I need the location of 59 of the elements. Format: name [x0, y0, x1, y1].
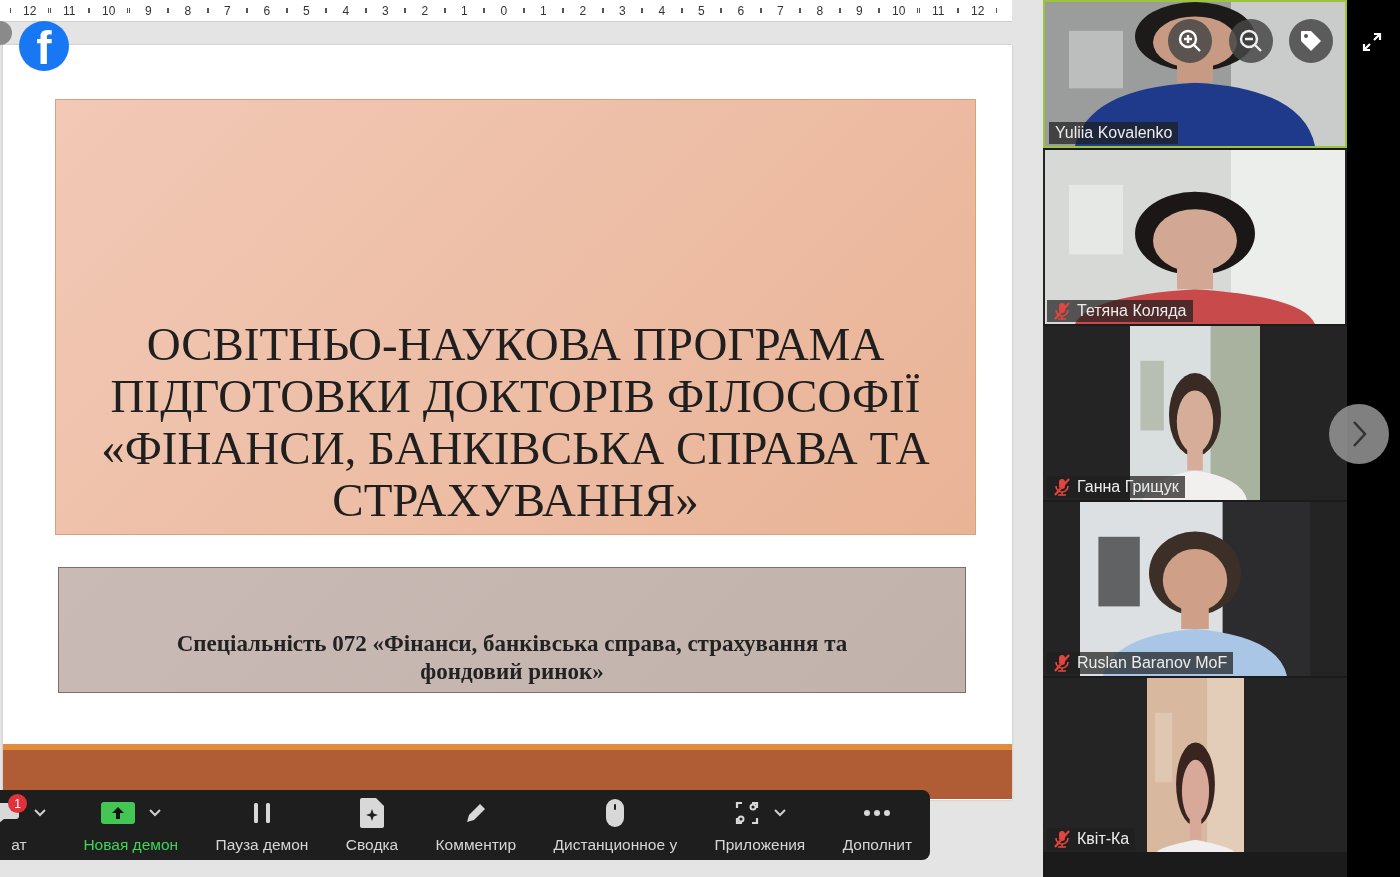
ruler-number: 7: [222, 3, 232, 18]
participant-name: Yuliia Kovalenko: [1055, 124, 1173, 142]
ruler-number: 5: [696, 3, 706, 18]
share-screen-icon: [100, 801, 135, 825]
toolbar-button[interactable]: Пауза демон: [209, 790, 315, 860]
notification-badge: 1: [8, 794, 27, 813]
zoom-out-icon: [1238, 28, 1264, 54]
ruler-number: 8: [183, 3, 193, 18]
caret-icon[interactable]: [34, 809, 46, 817]
toolbar-button[interactable]: Сводка: [339, 790, 405, 860]
caret-icon[interactable]: [148, 809, 161, 817]
mouse-icon: [606, 799, 625, 827]
apps-icon: [733, 800, 760, 826]
ruler-number: 4: [341, 3, 351, 18]
toolbar-button[interactable]: ат 1: [0, 790, 52, 860]
toolbar-button[interactable]: Приложения: [708, 790, 812, 860]
toolbar-button[interactable]: Новая демон: [77, 790, 185, 860]
toolbar-button[interactable]: Комментир: [429, 790, 523, 860]
participant-name: Ruslan Baranov MoF: [1077, 654, 1228, 672]
document-sparkle-icon: [360, 798, 384, 828]
fullscreen-icon[interactable]: [1362, 32, 1382, 52]
ruler-number: 2: [578, 3, 588, 18]
ruler-number: 5: [301, 3, 311, 18]
toolbar-button[interactable]: Дополнит: [836, 790, 918, 860]
ruler-number: 4: [657, 3, 667, 18]
tag-icon: [1299, 29, 1323, 53]
ruler-number: 10: [101, 3, 117, 18]
caret-icon[interactable]: [773, 809, 786, 817]
ruler-number: 8: [815, 3, 825, 18]
ruler-number: 9: [143, 3, 153, 18]
video-tile[interactable]: Ганна Грищук: [1043, 326, 1347, 500]
video-tile[interactable]: Квіт-Ка: [1043, 678, 1347, 852]
ruler-number: 6: [262, 3, 272, 18]
ruler-number: 12: [22, 3, 38, 18]
ruler-number: 9: [854, 3, 864, 18]
participant-name: Тетяна Коляда: [1077, 302, 1187, 320]
video-tile[interactable]: Ruslan Baranov MoF: [1043, 502, 1347, 676]
slide-subtitle: Спеціальність 072 «Фінанси, банківська справа, страхування та фондовий ринок»: [175, 630, 849, 686]
ruler-number: 11: [931, 3, 946, 18]
chevron-right-icon: [1351, 420, 1367, 448]
more-icon: [863, 809, 892, 817]
ruler-number: 7: [775, 3, 785, 18]
ruler-number: 3: [617, 3, 627, 18]
ruler-number: 11: [62, 3, 77, 18]
ruler-number: 1: [459, 3, 469, 18]
ruler-number: 0: [499, 3, 509, 18]
video-tile[interactable]: Yuliia Kovalenko: [1043, 0, 1347, 148]
participant-name: Ганна Грищук: [1077, 478, 1179, 496]
toolbar-button[interactable]: Дистанционное у: [547, 790, 684, 860]
slide-title: ОСВІТНЬО-НАУКОВА ПРОГРАМА ПІДГОТОВКИ ДОКТОРІВ ФІЛОСОФІЇ «ФІНАНСИ, БАНКІВСЬКА СПРАВА ТА СТРАХУВАННЯ»: [55, 99, 976, 535]
ruler-number: 10: [891, 3, 907, 18]
ruler-number: 3: [380, 3, 390, 18]
video-tile[interactable]: Тетяна Коляда: [1043, 150, 1347, 324]
ruler-number: 12: [970, 3, 986, 18]
ruler-number: 2: [420, 3, 430, 18]
participant-name: Квіт-Ка: [1077, 830, 1130, 848]
zoom-in-icon: [1177, 28, 1203, 54]
ruler-number: 1: [538, 3, 548, 18]
ruler-number: 6: [736, 3, 746, 18]
